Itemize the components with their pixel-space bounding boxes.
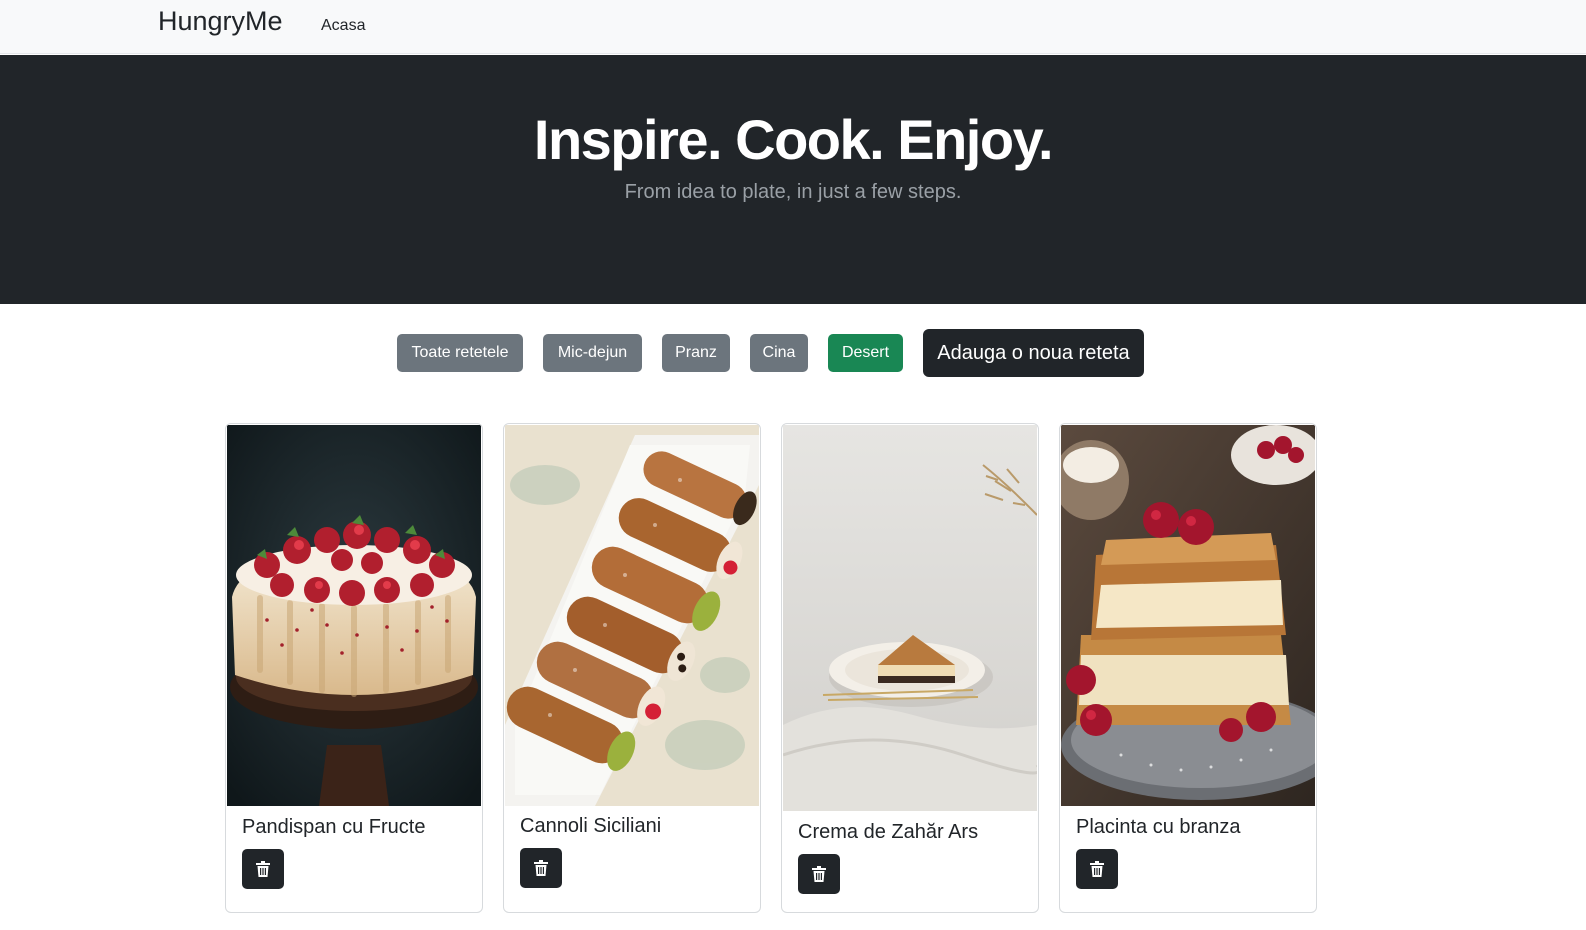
- hero-title: Inspire. Cook. Enjoy.: [533, 108, 1054, 171]
- delete-recipe-button[interactable]: [1076, 849, 1118, 889]
- filter-all-button[interactable]: Toate retetele: [397, 334, 523, 372]
- navbar: HungryMe Acasa: [0, 0, 1586, 54]
- trash-icon: [1090, 861, 1104, 877]
- trash-icon: [534, 860, 548, 876]
- recipe-card[interactable]: Crema de Zahăr Ars: [781, 423, 1039, 913]
- brand-logo[interactable]: HungryMe: [158, 6, 283, 37]
- filter-lunch-button[interactable]: Pranz: [662, 334, 730, 372]
- delete-recipe-button[interactable]: [242, 849, 284, 889]
- cheese-pie-image: [1061, 425, 1315, 806]
- filter-breakfast-button[interactable]: Mic-dejun: [543, 334, 642, 372]
- cannoli-platter-image: [505, 425, 759, 806]
- hero-subtitle: From idea to plate, in just a few steps.: [624, 181, 962, 203]
- recipe-card[interactable]: Placinta cu branza: [1059, 423, 1317, 913]
- delete-recipe-button[interactable]: [520, 848, 562, 888]
- hero-banner: Inspire. Cook. Enjoy. From idea to plate…: [0, 55, 1586, 304]
- category-filters: Toate retetele Mic-dejun Pranz Cina Dese…: [0, 329, 1586, 377]
- cheesecake-slice-image: [783, 425, 1037, 811]
- trash-icon: [256, 861, 270, 877]
- recipe-title: Crema de Zahăr Ars: [798, 821, 979, 843]
- delete-recipe-button[interactable]: [798, 854, 840, 894]
- filter-dinner-button[interactable]: Cina: [750, 334, 808, 372]
- filter-dessert-button[interactable]: Desert: [828, 334, 903, 372]
- recipe-card[interactable]: Cannoli Siciliani: [503, 423, 761, 913]
- add-recipe-button[interactable]: Adauga o noua reteta: [923, 329, 1144, 377]
- trash-icon: [812, 866, 826, 882]
- recipe-card[interactable]: Pandispan cu Fructe: [225, 423, 483, 913]
- recipe-title: Cannoli Siciliani: [520, 815, 662, 837]
- recipe-title: Pandispan cu Fructe: [242, 816, 426, 838]
- recipe-title: Placinta cu branza: [1076, 816, 1241, 838]
- nav-link-acasa[interactable]: Acasa: [321, 17, 365, 35]
- strawberry-bundt-cake-image: [227, 425, 481, 806]
